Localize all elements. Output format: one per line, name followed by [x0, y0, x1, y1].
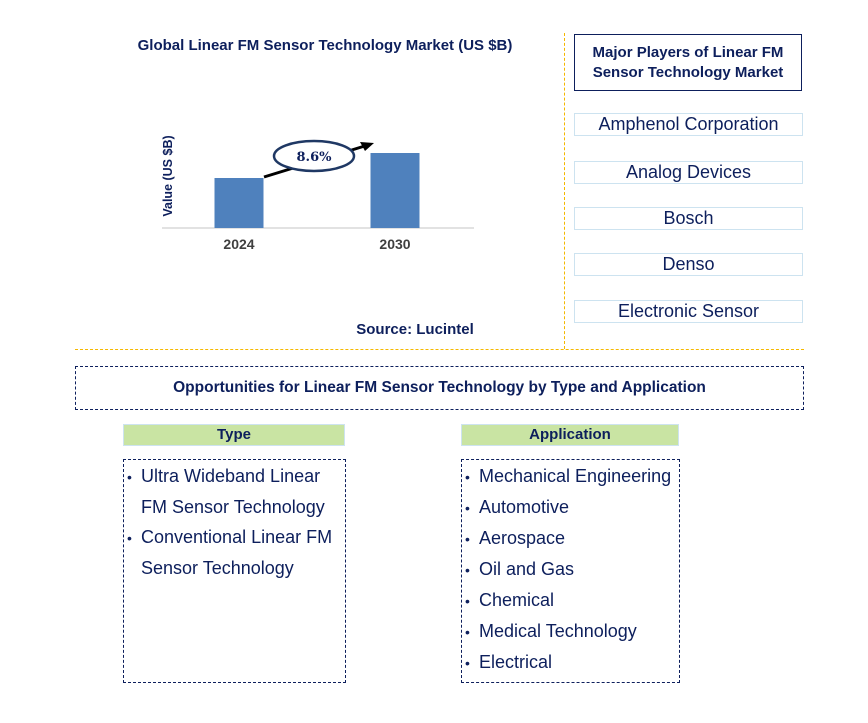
application-item: Electrical: [465, 647, 675, 678]
application-heading: Application: [461, 424, 679, 446]
type-item: Ultra Wideband Linear FM Sensor Technolo…: [127, 461, 341, 522]
vertical-divider: [564, 33, 565, 349]
application-list: Mechanical Engineering Automotive Aerosp…: [465, 461, 675, 678]
horizontal-divider: [75, 349, 804, 350]
player-item: Bosch: [574, 207, 803, 230]
x-tick-label: 2024: [223, 236, 254, 252]
chart-title: Global Linear FM Sensor Technology Marke…: [137, 37, 513, 54]
players-heading-text: Major Players of Linear FM Sensor Techno…: [592, 43, 784, 81]
y-axis-label: Value (US $B): [161, 135, 175, 216]
market-bar-chart: Value (US $B) 2024 2030 8.6%: [161, 135, 474, 252]
type-item: Conventional Linear FM Sensor Technology: [127, 522, 341, 583]
application-item: Chemical: [465, 585, 675, 616]
application-item: Automotive: [465, 492, 675, 523]
application-list-box: Mechanical Engineering Automotive Aerosp…: [461, 459, 680, 683]
application-item: Oil and Gas: [465, 554, 675, 585]
players-heading: Major Players of Linear FM Sensor Techno…: [574, 34, 802, 91]
bar-2024: [214, 178, 264, 228]
bar-2030: [370, 153, 420, 228]
player-item: Analog Devices: [574, 161, 803, 184]
type-list: Ultra Wideband Linear FM Sensor Technolo…: [127, 461, 341, 583]
cagr-annotation: 8.6%: [263, 139, 374, 179]
cagr-label: 8.6%: [297, 150, 333, 165]
player-item: Electronic Sensor: [574, 300, 803, 323]
player-item: Denso: [574, 253, 803, 276]
opportunities-heading-text: Opportunities for Linear FM Sensor Techn…: [173, 379, 706, 396]
type-list-box: Ultra Wideband Linear FM Sensor Technolo…: [123, 459, 346, 683]
type-heading: Type: [123, 424, 345, 446]
player-item: Amphenol Corporation: [574, 113, 803, 136]
x-tick-label: 2030: [379, 236, 410, 252]
opportunities-heading: Opportunities for Linear FM Sensor Techn…: [75, 366, 804, 410]
application-item: Aerospace: [465, 523, 675, 554]
application-item: Medical Technology: [465, 616, 675, 647]
source-label: Source: Lucintel: [356, 321, 474, 338]
application-item: Mechanical Engineering: [465, 461, 675, 492]
